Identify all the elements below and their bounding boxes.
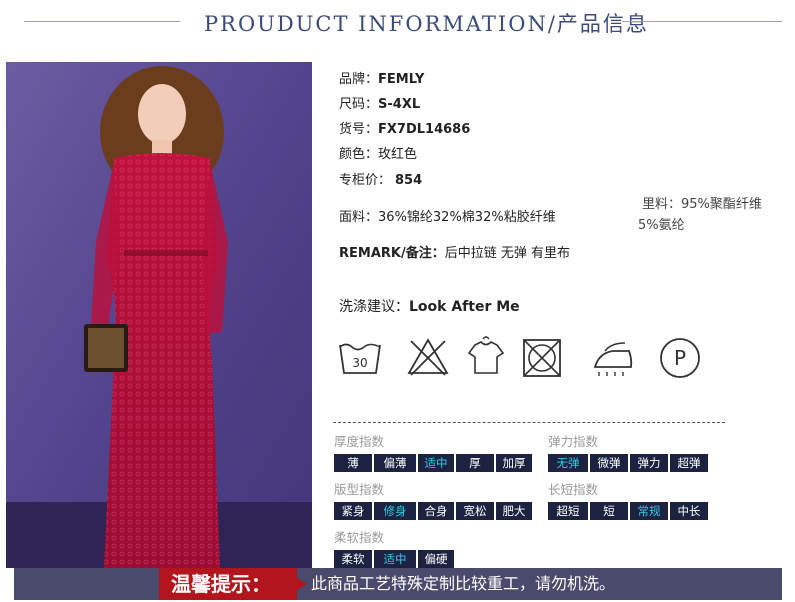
fabric-label: 面料： (339, 210, 379, 225)
product-photo (6, 62, 312, 568)
page-title: PROUDUCT INFORMATION/产品信息 (204, 12, 649, 36)
softness-options: 柔软 适中 偏硬 (334, 550, 456, 568)
thickness-option: 薄 (334, 454, 372, 472)
length-option: 超短 (548, 502, 588, 520)
dryclean-letter: P (674, 346, 686, 370)
care-icons: 30 P (333, 333, 733, 385)
header-rule-right (622, 21, 782, 22)
remark-label: REMARK/备注： (339, 246, 445, 261)
price-row: 专柜价： 854 (339, 169, 422, 188)
color-value: 玫红色 (378, 147, 418, 162)
section-divider (333, 422, 725, 423)
sku-row: 货号：FX7DL14686 (339, 118, 470, 137)
length-option: 常规 (630, 502, 668, 520)
brand-row: 品牌：FEMLY (339, 68, 424, 87)
lining-value-2: 5%氨纶 (638, 218, 685, 233)
remark-row: REMARK/备注：后中拉链 无弹 有里布 (339, 242, 570, 261)
fit-option: 肥大 (496, 502, 532, 520)
notice-tag: 温馨提示： (159, 568, 307, 600)
wash-value: Look After Me (409, 299, 520, 315)
length-option: 中长 (670, 502, 708, 520)
wash-30-icon: 30 (339, 343, 381, 374)
thickness-title: 厚度指数 (334, 434, 385, 449)
wash-temp: 30 (352, 356, 367, 370)
elasticity-options: 无弹 微弹 弹力 超弹 (548, 454, 710, 472)
remark-value: 后中拉链 无弹 有里布 (444, 246, 570, 261)
notice-bar: 温馨提示： 此商品工艺特殊定制比较重工，请勿机洗。 (14, 568, 782, 600)
wash-advice: 洗涤建议：Look After Me (339, 296, 520, 316)
elasticity-option: 微弹 (590, 454, 628, 472)
elasticity-option: 超弹 (670, 454, 708, 472)
header-rule-left (24, 21, 180, 22)
lining-block: 里料：95%聚酯纤维 5%氨纶 (638, 194, 788, 236)
thickness-option: 偏薄 (374, 454, 416, 472)
fabric-row: 面料：36%锦纶32%棉32%粘胶纤维 (339, 206, 556, 225)
softness-option: 偏硬 (418, 550, 454, 568)
fit-option: 宽松 (456, 502, 494, 520)
color-label: 颜色： (339, 147, 379, 162)
fit-option: 合身 (418, 502, 454, 520)
price-value: 854 (395, 173, 423, 188)
thickness-option: 加厚 (496, 454, 532, 472)
fit-option: 紧身 (334, 502, 372, 520)
no-tumble-dry-icon (523, 339, 561, 377)
sku-value: FX7DL14686 (378, 122, 471, 137)
elasticity-title: 弹力指数 (548, 434, 599, 449)
sku-label: 货号： (339, 122, 379, 137)
length-option: 短 (590, 502, 628, 520)
low-iron-icon (593, 342, 633, 376)
lining-label: 里料： (642, 197, 682, 212)
fit-option: 修身 (374, 502, 416, 520)
hang-dry-icon (467, 336, 505, 374)
no-bleach-icon (407, 338, 449, 376)
wash-label: 洗涤建议： (339, 299, 409, 315)
softness-title: 柔软指数 (334, 530, 385, 545)
elasticity-option: 弹力 (630, 454, 668, 472)
length-options: 超短短常规 中长 (548, 502, 710, 520)
notice-text: 此商品工艺特殊定制比较重工，请勿机洗。 (311, 574, 616, 593)
elasticity-option: 无弹 (548, 454, 588, 472)
softness-option: 柔软 (334, 550, 372, 568)
size-label: 尺码： (339, 97, 379, 112)
lining-value-1: 95%聚酯纤维 (681, 197, 762, 212)
color-row: 颜色：玫红色 (339, 143, 417, 162)
brand-value: FEMLY (378, 72, 425, 87)
thickness-option: 适中 (418, 454, 454, 472)
thickness-option: 厚 (456, 454, 494, 472)
softness-option: 适中 (374, 550, 416, 568)
size-row: 尺码：S-4XL (339, 93, 420, 112)
fit-options: 紧身 修身 合身 宽松 肥大 (334, 502, 534, 520)
fit-title: 版型指数 (334, 482, 385, 497)
size-value: S-4XL (378, 97, 421, 112)
length-title: 长短指数 (548, 482, 599, 497)
price-label: 专柜价： (339, 173, 392, 188)
fabric-value: 36%锦纶32%棉32%粘胶纤维 (378, 210, 556, 225)
thickness-options: 薄偏薄 适中厚加厚 (334, 454, 534, 472)
brand-label: 品牌： (339, 72, 379, 87)
dry-clean-p-icon: P (660, 338, 700, 378)
